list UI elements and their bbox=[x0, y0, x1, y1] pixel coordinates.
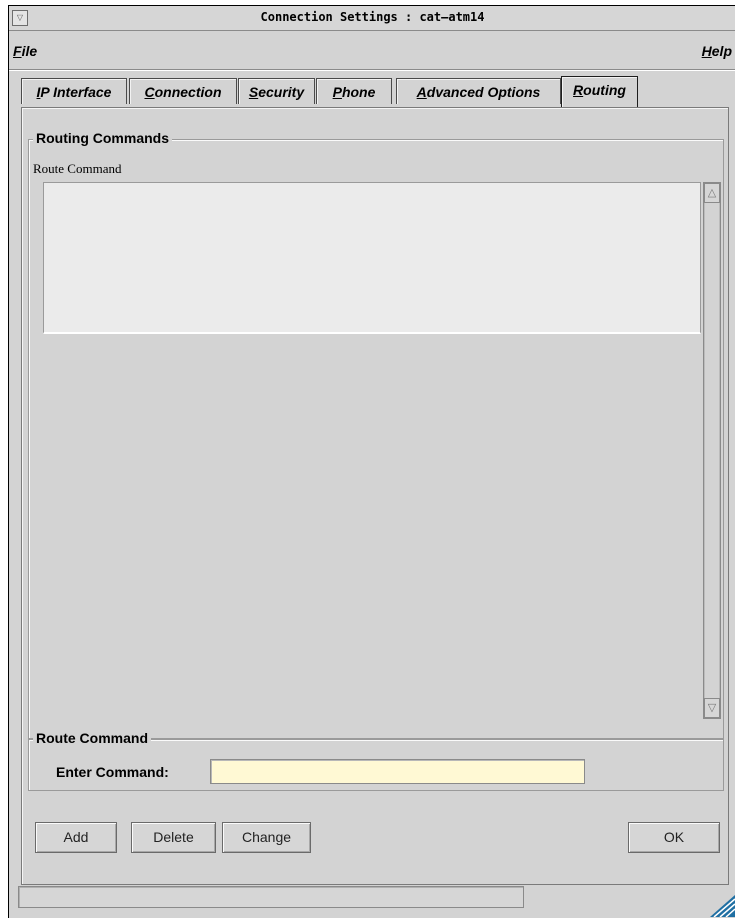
menu-bar: File Help bbox=[9, 36, 735, 66]
route-command-list[interactable] bbox=[43, 182, 701, 334]
tab-ip-interface[interactable]: IP Interface bbox=[21, 78, 127, 104]
enter-command-label: Enter Command: bbox=[56, 764, 169, 780]
delete-button[interactable]: Delete bbox=[131, 822, 216, 853]
tab-security[interactable]: Security bbox=[238, 78, 315, 104]
menu-file[interactable]: File bbox=[13, 43, 37, 59]
scroll-up-arrow-icon[interactable]: △ bbox=[704, 183, 720, 203]
route-command-column-header: Route Command bbox=[33, 161, 122, 176]
corner-logo-icon bbox=[710, 895, 735, 917]
status-bar bbox=[18, 886, 524, 908]
enter-command-input[interactable] bbox=[210, 759, 585, 784]
add-button[interactable]: Add bbox=[35, 822, 117, 853]
window-title: Connection Settings : cat–atm14 bbox=[260, 10, 485, 24]
menu-help[interactable]: Help bbox=[702, 43, 732, 59]
routing-commands-title: Routing Commands bbox=[33, 129, 172, 147]
route-list-scrollbar[interactable]: △ ▽ bbox=[703, 182, 721, 719]
ok-button[interactable]: OK bbox=[628, 822, 720, 853]
menu-divider bbox=[9, 69, 735, 71]
title-bar[interactable]: ▽ Connection Settings : cat–atm14 bbox=[9, 6, 735, 31]
tab-advanced-options[interactable]: Advanced Options bbox=[396, 78, 561, 104]
tab-routing[interactable]: Routing bbox=[561, 76, 638, 107]
change-button[interactable]: Change bbox=[222, 822, 311, 853]
tab-connection[interactable]: Connection bbox=[129, 78, 237, 104]
route-command-group-title: Route Command bbox=[33, 729, 151, 747]
scrollbar-track[interactable] bbox=[704, 203, 720, 698]
scroll-down-arrow-icon[interactable]: ▽ bbox=[704, 698, 720, 718]
connection-settings-window: ▽ Connection Settings : cat–atm14 File H… bbox=[8, 5, 735, 918]
tab-phone[interactable]: Phone bbox=[316, 78, 392, 104]
